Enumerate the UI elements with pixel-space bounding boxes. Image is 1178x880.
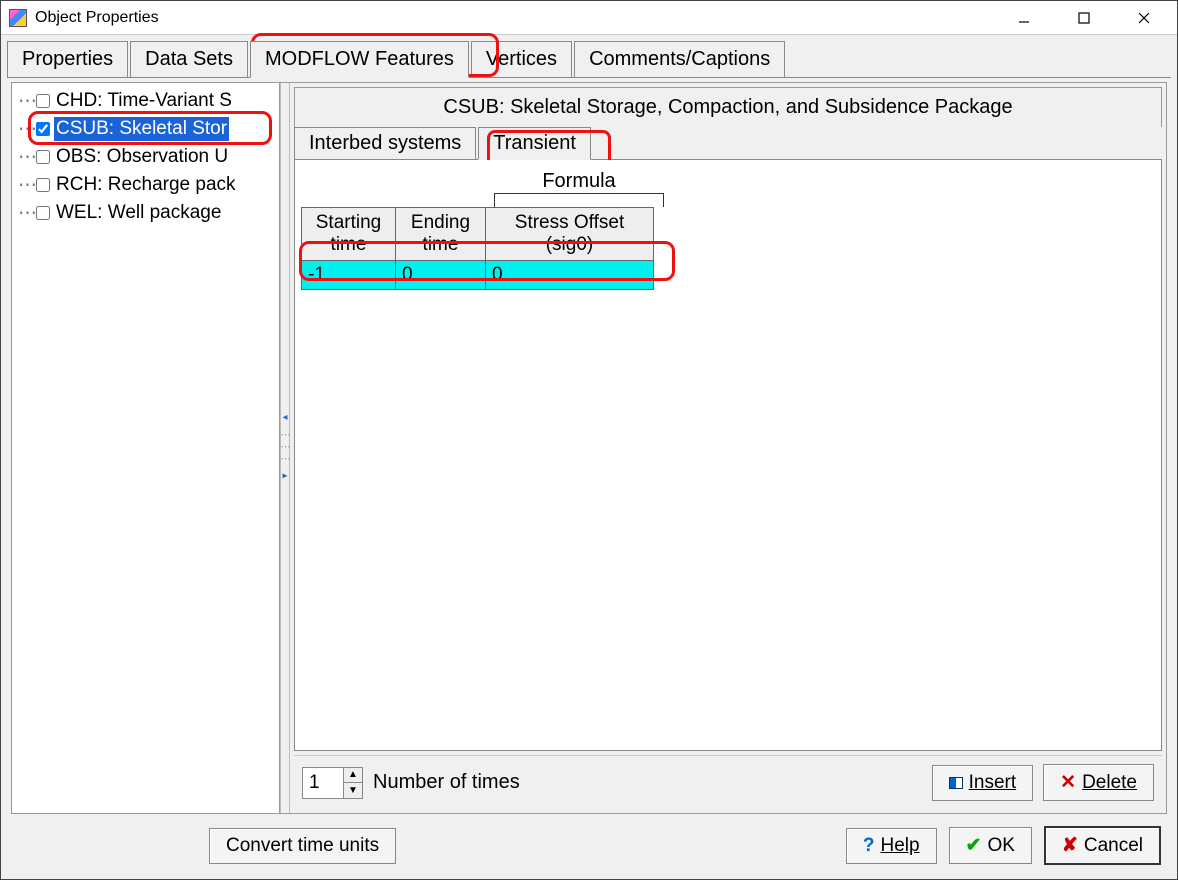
- titlebar: Object Properties: [1, 1, 1177, 35]
- tree-branch-icon: ⋯: [18, 90, 36, 113]
- tree-label: OBS: Observation U: [54, 145, 230, 169]
- tree-branch-icon: ⋯: [18, 146, 36, 169]
- tree-checkbox[interactable]: [36, 122, 50, 136]
- panel-title: CSUB: Skeletal Storage, Compaction, and …: [294, 87, 1162, 127]
- tree-list: ⋯ CHD: Time-Variant S ⋯ CSUB: Skeletal S…: [12, 83, 279, 227]
- insert-icon: [949, 777, 963, 789]
- tree-item-obs[interactable]: ⋯ OBS: Observation U: [18, 143, 279, 171]
- inner-tabs: Interbed systems Transient: [294, 127, 1162, 160]
- number-of-times-input[interactable]: [303, 771, 343, 795]
- dialog-footer: Convert time units ? Help ✔ OK ✘ Cancel: [7, 818, 1171, 873]
- window-buttons: [1003, 5, 1165, 31]
- feature-tree: ⋯ CHD: Time-Variant S ⋯ CSUB: Skeletal S…: [12, 83, 280, 813]
- tree-branch-icon: ⋯: [18, 174, 36, 197]
- grid-wrap: Formula Starting time Ending time Stress…: [301, 170, 1155, 290]
- convert-time-units-button[interactable]: Convert time units: [209, 828, 396, 864]
- tree-item-wel[interactable]: ⋯ WEL: Well package: [18, 199, 279, 227]
- help-icon: ?: [863, 835, 875, 857]
- split-pane: ⋯ CHD: Time-Variant S ⋯ CSUB: Skeletal S…: [11, 82, 1167, 814]
- help-label: Help: [880, 835, 919, 857]
- tree-label: CHD: Time-Variant S: [54, 89, 234, 113]
- cancel-icon: ✘: [1062, 834, 1078, 857]
- cell-starting-time[interactable]: -1: [302, 261, 396, 290]
- ok-label: OK: [987, 835, 1014, 857]
- col-stress-offset[interactable]: Stress Offset (sig0): [486, 208, 654, 261]
- tree-label: WEL: Well package: [54, 201, 223, 225]
- number-of-times-spinner[interactable]: ▲ ▼: [302, 767, 363, 799]
- insert-button[interactable]: Insert: [932, 765, 1034, 801]
- convert-label: Convert time units: [226, 835, 379, 857]
- tab-vertices[interactable]: Vertices: [471, 41, 572, 77]
- tree-item-rch[interactable]: ⋯ RCH: Recharge pack: [18, 171, 279, 199]
- tab-interbed-systems[interactable]: Interbed systems: [294, 127, 476, 159]
- tab-modflow-features[interactable]: MODFLOW Features: [250, 41, 469, 78]
- ok-button[interactable]: ✔ OK: [949, 827, 1032, 864]
- tree-checkbox[interactable]: [36, 150, 50, 164]
- col-ending-time[interactable]: Ending time: [396, 208, 486, 261]
- delete-button[interactable]: ✕ Delete: [1043, 764, 1154, 801]
- number-of-times-label: Number of times: [373, 771, 520, 794]
- delete-label: Delete: [1082, 772, 1137, 794]
- object-properties-window: Object Properties Properties Data Sets M…: [0, 0, 1178, 880]
- tree-item-chd[interactable]: ⋯ CHD: Time-Variant S: [18, 87, 279, 115]
- tree-checkbox[interactable]: [36, 94, 50, 108]
- cell-ending-time[interactable]: 0: [396, 261, 486, 290]
- delete-icon: ✕: [1060, 771, 1076, 794]
- spinner-up-icon[interactable]: ▲: [344, 768, 362, 783]
- col-starting-time[interactable]: Starting time: [302, 208, 396, 261]
- tab-transient[interactable]: Transient: [478, 127, 591, 160]
- help-button[interactable]: ? Help: [846, 828, 937, 864]
- app-icon: [9, 9, 27, 27]
- client-area: ⋯ CHD: Time-Variant S ⋯ CSUB: Skeletal S…: [7, 77, 1171, 873]
- cell-stress-offset[interactable]: 0: [486, 261, 654, 290]
- maximize-button[interactable]: [1063, 5, 1105, 31]
- splitter-dots-icon: ◂ ⋮⋮⋮ ▸: [280, 412, 291, 484]
- cancel-button[interactable]: ✘ Cancel: [1044, 826, 1161, 865]
- formula-header: Formula: [494, 170, 664, 193]
- tree-label: RCH: Recharge pack: [54, 173, 238, 197]
- grid-header-row: Starting time Ending time Stress Offset …: [302, 208, 654, 261]
- minimize-button[interactable]: [1003, 5, 1045, 31]
- tab-data-sets[interactable]: Data Sets: [130, 41, 248, 77]
- spinner-down-icon[interactable]: ▼: [344, 783, 362, 798]
- main-tabs: Properties Data Sets MODFLOW Features Ve…: [1, 35, 1177, 77]
- times-grid[interactable]: Starting time Ending time Stress Offset …: [301, 207, 654, 290]
- tree-label: CSUB: Skeletal Stor: [54, 117, 229, 141]
- tree-item-csub[interactable]: ⋯ CSUB: Skeletal Stor: [18, 115, 279, 143]
- cancel-label: Cancel: [1084, 835, 1143, 857]
- grid-data-row[interactable]: -1 0 0: [302, 261, 654, 290]
- tree-branch-icon: ⋯: [18, 202, 36, 225]
- tree-branch-icon: ⋯: [18, 118, 36, 141]
- tree-checkbox[interactable]: [36, 206, 50, 220]
- times-toolbar: ▲ ▼ Number of times Insert ✕ Delete: [294, 755, 1162, 809]
- window-title: Object Properties: [35, 9, 1003, 27]
- spinner-arrows: ▲ ▼: [343, 768, 362, 798]
- check-icon: ✔: [966, 834, 982, 857]
- insert-label: Insert: [969, 772, 1017, 794]
- feature-panel: CSUB: Skeletal Storage, Compaction, and …: [290, 83, 1166, 813]
- formula-bracket-icon: [494, 193, 664, 207]
- close-button[interactable]: [1123, 5, 1165, 31]
- splitter-handle[interactable]: ◂ ⋮⋮⋮ ▸: [280, 83, 290, 813]
- tab-comments-captions[interactable]: Comments/Captions: [574, 41, 785, 77]
- grid-area: Formula Starting time Ending time Stress…: [294, 160, 1162, 751]
- tree-checkbox[interactable]: [36, 178, 50, 192]
- tab-properties[interactable]: Properties: [7, 41, 128, 77]
